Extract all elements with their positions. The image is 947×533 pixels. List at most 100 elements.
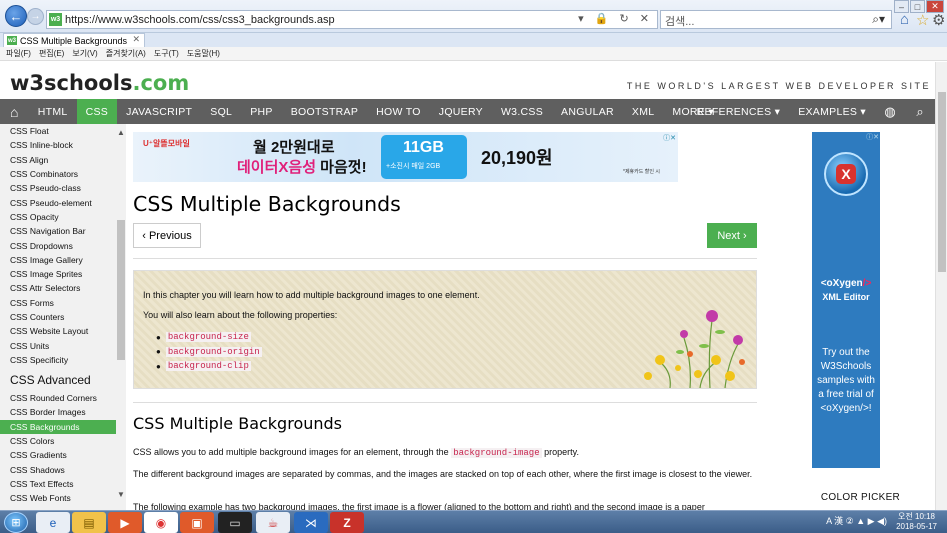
nav-howto[interactable]: HOW TO [367,99,430,124]
nav-angular[interactable]: ANGULAR [552,99,623,124]
menu-file[interactable]: 파일(F) [6,48,31,59]
sidebar-item[interactable]: CSS Rounded Corners [0,391,116,405]
property-code: background-clip [165,361,251,372]
nav-sql[interactable]: SQL [201,99,241,124]
terminal-taskbar-icon[interactable]: ▭ [218,512,252,533]
nav-javascript[interactable]: JAVASCRIPT [117,99,201,124]
sidebar-item[interactable]: CSS Web Fonts [0,491,116,505]
refresh-icon[interactable]: ▾ 🔒 ↻ ✕ [578,12,653,25]
menu-edit[interactable]: 편집(E) [39,48,64,59]
menu-view[interactable]: 보기(V) [72,48,97,59]
chrome-taskbar-icon[interactable]: ◉ [144,512,178,533]
sidebar-item[interactable]: CSS Colors [0,434,116,448]
ad-data-box: 11GB +소진시 매일 2GB [381,135,467,179]
intro-box: In this chapter you will learn how to ad… [133,270,757,389]
sidebar-item[interactable]: CSS Opacity [0,210,116,224]
previous-button[interactable]: ‹ Previous [133,223,201,248]
forward-button[interactable]: → [27,8,44,25]
menu-tools[interactable]: 도구(T) [154,48,179,59]
maximize-button[interactable]: □ [910,0,925,13]
system-tray[interactable]: A 漢 ② ▲ ▶ ◀) [826,514,887,527]
clock[interactable]: 오전 10:18 2018-05-17 [896,512,937,532]
sidebar-item[interactable]: CSS Specificity [0,353,116,367]
sidebar-item[interactable]: CSS Inline-block [0,138,116,152]
globe-icon[interactable]: ◍ [875,99,905,124]
divider [133,402,757,403]
ad-highlight: 데이터X음성 [237,159,317,176]
browser-search-input[interactable]: 검색... ⌕▾ [660,10,892,29]
nav-references[interactable]: REFERENCES ▾ [688,99,790,124]
sidebar-item[interactable]: CSS Float [0,124,116,138]
flower-illustration [644,310,745,388]
sidebar-scrollbar[interactable]: ▲ ▼ [116,124,126,510]
sidebar-item-active[interactable]: CSS Backgrounds [0,419,116,434]
search-icon[interactable]: ⌕▾ [872,12,885,27]
tab-current[interactable]: w3 CSS Multiple Backgrounds ✕ [3,33,145,47]
page-scroll-thumb[interactable] [938,92,946,272]
sidebar-item[interactable]: CSS Pseudo-class [0,181,116,195]
sidebar-item[interactable]: CSS Website Layout [0,324,116,338]
sidebar-item[interactable]: CSS Shadows [0,463,116,477]
sidebar-item[interactable]: CSS Text Effects [0,477,116,491]
search-icon[interactable]: ⌕ [905,99,935,124]
menu-favorites[interactable]: 즐겨찾기(A) [106,48,146,59]
sidebar-item[interactable]: CSS Units [0,338,116,352]
filezilla-taskbar-icon[interactable]: Z [330,512,364,533]
sidebar-item[interactable]: CSS Combinators [0,167,116,181]
nav-php[interactable]: PHP [241,99,282,124]
sidebar-item[interactable]: CSS Image Sprites [0,267,116,281]
close-icon[interactable]: ✕ [132,34,140,45]
close-window-button[interactable]: ✕ [926,0,944,13]
vscode-taskbar-icon[interactable]: ⋊ [294,512,328,533]
start-button[interactable]: ⊞ [4,512,28,533]
oxygen-ad[interactable]: ⓘ✕ X <oXygen/> XML Editor Try out the W3… [812,132,880,468]
ad-close-icon[interactable]: ⓘ✕ [866,132,879,142]
ad-data-amount: 11GB [403,139,444,156]
sidebar-scroll-thumb[interactable] [117,220,125,360]
w3-favicon-icon: w3 [49,13,62,26]
gear-icon[interactable]: ⚙ [932,11,945,29]
oxygen-logo-icon: X [824,152,868,196]
sidebar-item[interactable]: CSS Pseudo-element [0,195,116,209]
nav-w3css[interactable]: W3.CSS [492,99,552,124]
nav-css[interactable]: CSS [76,99,118,124]
sidebar-item[interactable]: CSS Border Images [0,405,116,419]
favorites-star-icon[interactable]: ☆ [916,11,929,29]
sidebar-item[interactable]: CSS Align [0,153,116,167]
sidebar-item[interactable]: CSS Forms [0,296,116,310]
home-icon[interactable]: ⌂ [900,11,909,28]
sidebar-item[interactable]: CSS Attr Selectors [0,281,116,295]
right-column: ⓘ✕ X <oXygen/> XML Editor Try out the W3… [786,124,935,510]
nav-html[interactable]: HTML [29,99,77,124]
sidebar-item[interactable]: CSS Counters [0,310,116,324]
nav-jquery[interactable]: JQUERY [430,99,492,124]
property-code: background-origin [165,346,262,357]
explorer-taskbar-icon[interactable]: ▤ [72,512,106,533]
sidebar-item[interactable]: CSS Image Gallery [0,253,116,267]
sidebar-item[interactable]: CSS Dropdowns [0,238,116,252]
media-player-taskbar-icon[interactable]: ▶ [108,512,142,533]
url-field[interactable]: w3 https://www.w3schools.com/css/css3_ba… [46,10,658,29]
back-button[interactable]: ← [5,5,27,27]
minimize-button[interactable]: – [894,0,909,13]
color-picker-heading[interactable]: COLOR PICKER [786,492,935,503]
page-scrollbar[interactable] [935,62,947,510]
scroll-down-icon[interactable]: ▼ [117,490,125,499]
w3schools-logo[interactable]: w3schools.com [10,71,189,95]
ie-taskbar-icon[interactable]: e [36,512,70,533]
home-icon[interactable]: ⌂ [0,99,29,124]
scroll-up-icon[interactable]: ▲ [117,128,125,137]
sidebar-item[interactable]: CSS Gradients [0,448,116,462]
nav-bootstrap[interactable]: BOOTSTRAP [282,99,367,124]
ad-product: XML Editor [822,292,870,302]
ad-banner[interactable]: U⁺알뜰모바일 월 2만원대로 데이터X음성 마음껏! 11GB +소진시 매일… [133,132,678,182]
java-taskbar-icon[interactable]: ☕ [256,512,290,533]
next-button[interactable]: Next › [707,223,757,248]
menu-help[interactable]: 도움말(H) [187,48,220,59]
video-taskbar-icon[interactable]: ▣ [180,512,214,533]
sidebar-item[interactable]: CSS Navigation Bar [0,224,116,238]
nav-xml[interactable]: XML [623,99,664,124]
ad-close-icon[interactable]: ⓘ✕ [663,133,676,143]
nav-examples[interactable]: EXAMPLES ▾ [789,99,875,124]
chevron-right-icon: › [739,229,747,242]
